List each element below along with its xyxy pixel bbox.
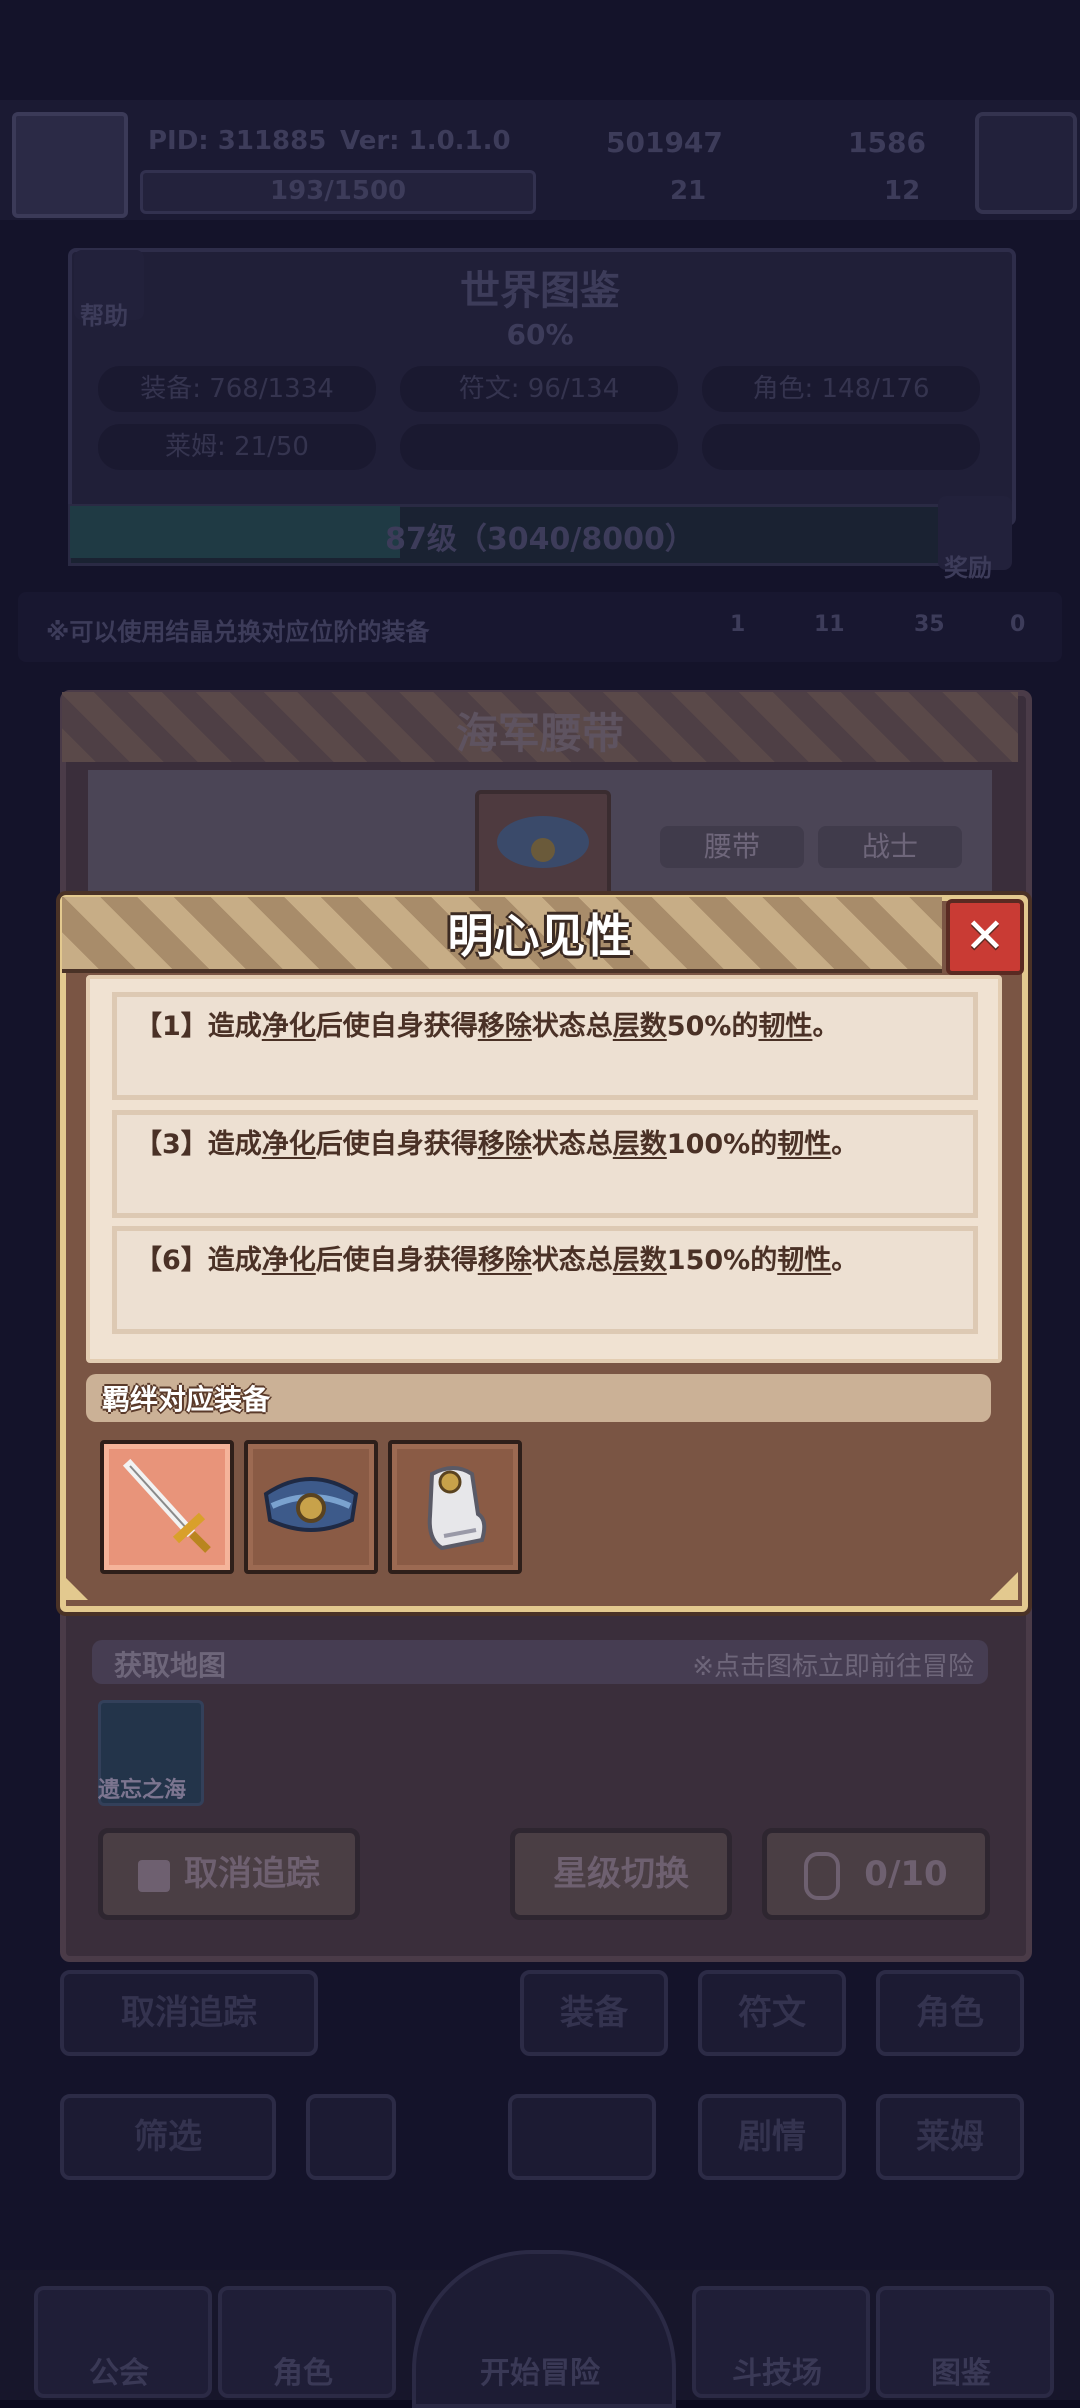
effect-tier: 【6】 [135,1245,208,1276]
codex-stat-empty [400,424,678,470]
effect-text: 。 [812,1011,840,1042]
belt-icon [475,790,611,906]
tab-story: 剧情 [698,2094,846,2180]
map-section-title: 获取地图 [114,1649,227,1682]
stamina-value: 193/1500 [270,176,407,206]
keyword-link[interactable]: 韧性 [777,1129,831,1160]
effect-percent: 100% [666,1129,751,1160]
bg-empty-tab [508,2094,656,2180]
effect-text: 后使自身获得 [315,1245,478,1276]
keyword-link[interactable]: 移除 [478,1011,532,1042]
refresh-icon [306,2094,396,2180]
effect-row: 【6】造成净化后使自身获得移除状态总层数150%的韧性。 [112,1226,978,1334]
codex-progress: 60% [506,318,574,351]
tag-belt: 腰带 [660,826,804,868]
pid-label: PID: 311885 [148,126,327,156]
stat-a-value: 21 [670,176,707,206]
thumbs-up-icon [138,1859,170,1892]
avatar[interactable] [12,112,128,218]
effect-text: 造成 [207,1011,262,1042]
star-switch-button[interactable]: 星级切换 [510,1828,732,1920]
tab-slime: 莱姆 [876,2094,1024,2180]
close-icon[interactable]: ✕ [946,899,1024,975]
glove-icon[interactable] [388,1440,522,1574]
codex-title: 世界图鉴 [460,268,620,314]
effect-text: 造成 [207,1129,262,1160]
sword-icon[interactable] [100,1440,234,1574]
map-section-hint: ※点击图标立即前往冒险 [692,1652,974,1682]
crystal-hint: ※可以使用结晶兑换对应位阶的装备 [46,618,430,646]
untrack-button[interactable]: 取消追踪 [98,1828,360,1920]
untrack-label: 取消追踪 [184,1854,320,1894]
keyword-link[interactable]: 净化 [262,1245,316,1276]
keyword-link[interactable]: 层数 [613,1011,667,1042]
version-label: Ver: 1.0.1.0 [340,126,511,156]
stat-b-value: 12 [884,176,921,206]
belt-icon[interactable] [244,1440,378,1574]
bond-section-label: 羁绊对应装备 [102,1383,271,1416]
effect-text: 。 [831,1129,859,1160]
codex-stat-empty [702,424,980,470]
keyword-link[interactable]: 韧性 [777,1245,831,1276]
crystal-count: 0/10 [864,1854,948,1894]
tab-role: 角色 [876,1970,1024,2056]
keyword-link[interactable]: 移除 [478,1245,532,1276]
effect-text: 的 [750,1129,778,1160]
effect-tier: 【3】 [135,1129,208,1160]
keyword-link[interactable]: 韧性 [758,1011,812,1042]
crystal-count-2: 11 [814,612,845,637]
effect-percent: 50% [666,1011,732,1042]
modal-title: 明心见性 [447,909,632,963]
effect-text: 状态总 [531,1245,613,1276]
nav-arena-label: 斗技场 [732,2356,822,2391]
keyword-link[interactable]: 层数 [613,1245,667,1276]
codex-stat-rune: 符文: 96/134 [400,366,678,412]
effect-percent: 150% [666,1245,751,1276]
crystal-count-1: 1 [730,612,746,637]
reward-label: 奖励 [944,554,992,582]
effect-text: 状态总 [531,1129,613,1160]
level-label: 87级（3040/8000） [385,522,695,557]
effect-text: 状态总 [531,1011,613,1042]
crystal-count-4: 0 [1010,612,1026,637]
gem-value: 1586 [848,126,926,159]
keyword-link[interactable]: 移除 [478,1129,532,1160]
effect-text: 造成 [207,1245,262,1276]
filter-button: 筛选 [60,2094,276,2180]
crystal-button[interactable]: 0/10 [762,1828,990,1920]
nav-adventure-label: 开始冒险 [480,2356,600,2391]
crystal-icon [804,1851,841,1900]
map-name: 遗忘之海 [98,1778,187,1803]
crystal-count-3: 35 [914,612,945,637]
effect-text: 的 [750,1245,778,1276]
keyword-link[interactable]: 层数 [613,1129,667,1160]
effect-row: 【3】造成净化后使自身获得移除状态总层数100%的韧性。 [112,1110,978,1218]
nav-guild-label: 公会 [89,2356,149,2391]
settings-gear-icon[interactable] [975,112,1077,214]
nav-role-label: 角色 [273,2356,333,2391]
effect-text: 的 [731,1011,759,1042]
keyword-link[interactable]: 净化 [262,1011,316,1042]
effect-text: 后使自身获得 [315,1011,478,1042]
effect-text: 后使自身获得 [315,1129,478,1160]
keyword-link[interactable]: 净化 [262,1129,316,1160]
nav-codex-label: 图鉴 [931,2356,991,2391]
codex-stat-equipment: 装备: 768/1334 [98,366,376,412]
item-title: 海军腰带 [455,709,624,758]
effect-tier: 【1】 [135,1011,208,1042]
bg-untrack-button: 取消追踪 [60,1970,318,2056]
tab-equip: 装备 [520,1970,668,2056]
codex-stat-role: 角色: 148/176 [702,366,980,412]
effect-row: 【1】造成净化后使自身获得移除状态总层数50%的韧性。 [112,992,978,1100]
gold-value: 501947 [606,126,723,159]
effect-text: 。 [831,1245,859,1276]
tab-rune: 符文 [698,1970,846,2056]
codex-stat-slime: 莱姆: 21/50 [98,424,376,470]
tag-warrior: 战士 [818,826,962,868]
